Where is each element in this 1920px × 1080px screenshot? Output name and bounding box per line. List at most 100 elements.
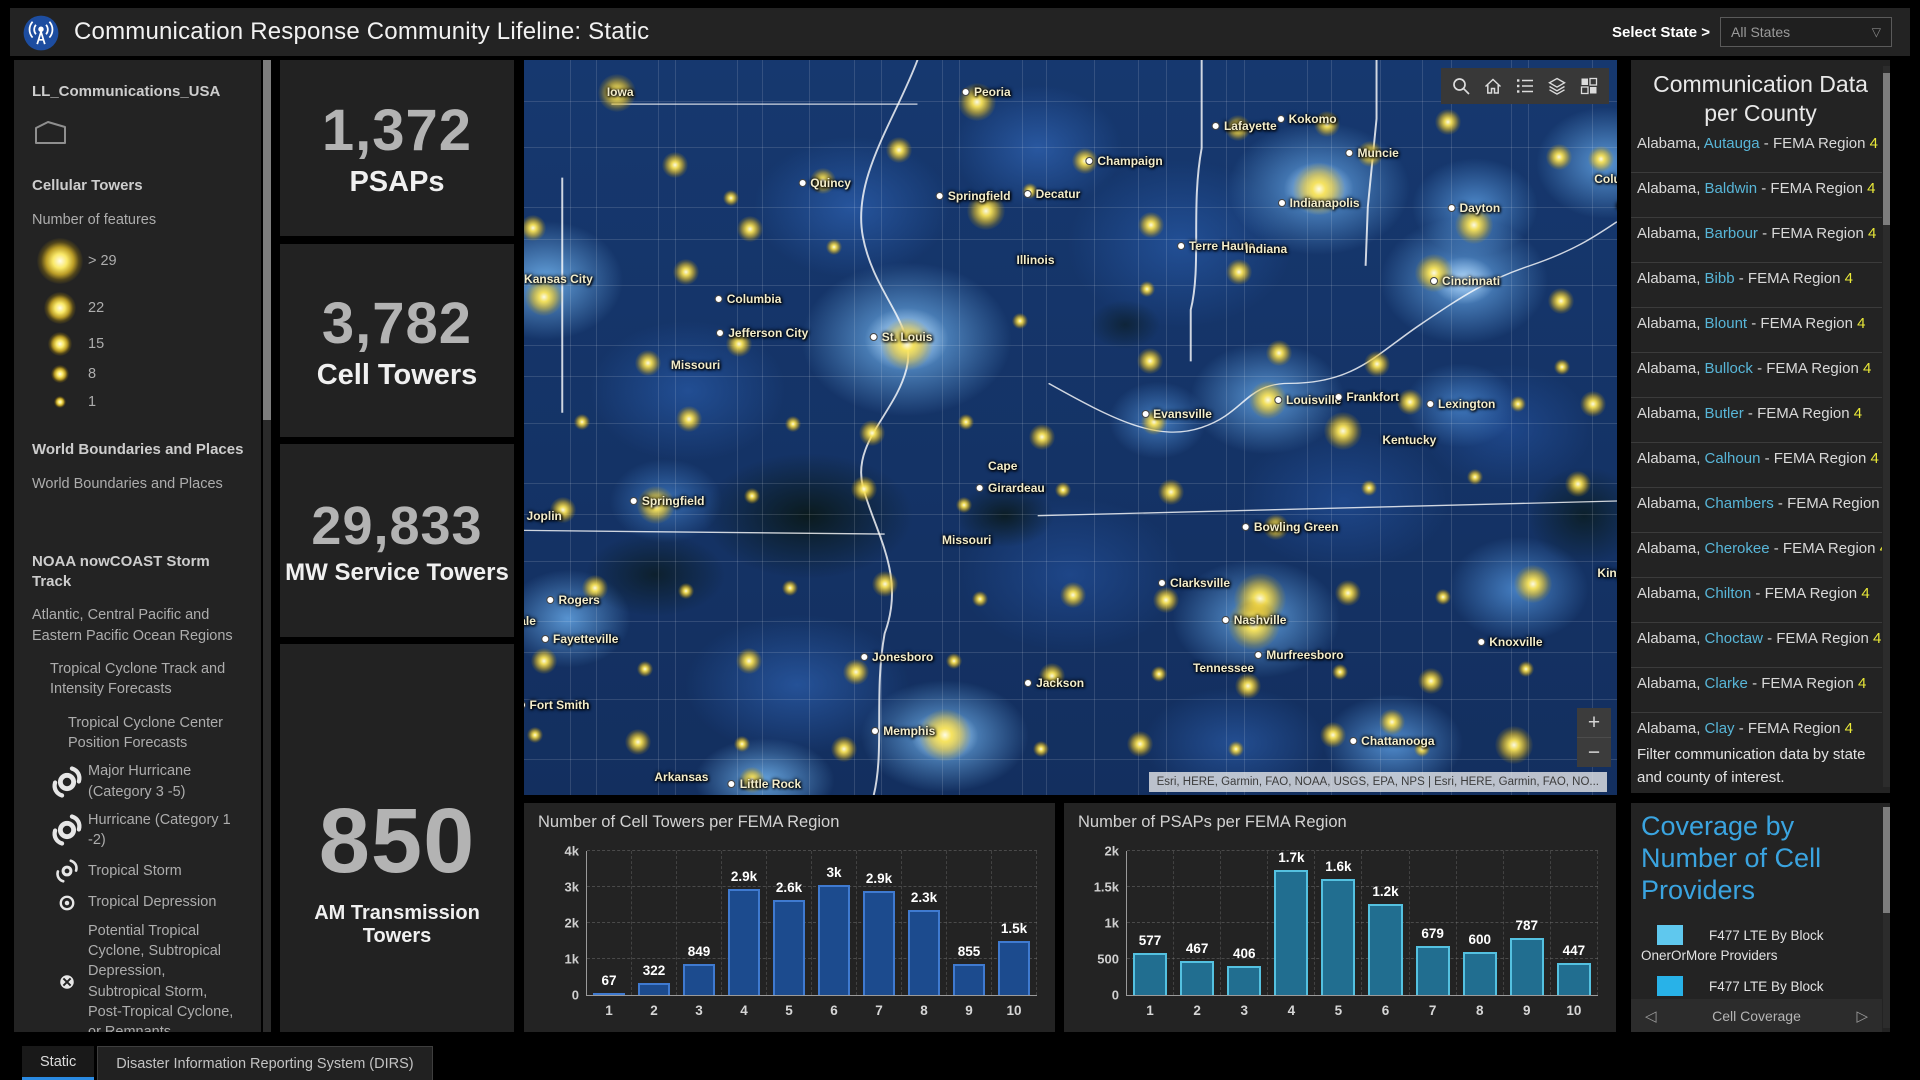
bar-region-3[interactable]: [683, 964, 716, 995]
fema-region-number: 4: [1857, 315, 1865, 332]
county-row[interactable]: Alabama, Bibb - FEMA Region 4: [1631, 263, 1882, 308]
county-suffix: - FEMA Region: [1748, 405, 1850, 422]
county-name: Bullock: [1705, 360, 1753, 377]
legend-scrollbar[interactable]: [263, 60, 271, 1032]
chart-slot: 3k6: [812, 851, 857, 995]
county-name: Bibb: [1705, 270, 1735, 287]
county-suffix: - FEMA Region: [1778, 495, 1880, 512]
legend-label: World Boundaries and Places: [32, 474, 251, 494]
y-axis-tick: 2k: [1105, 844, 1119, 859]
chart-slot: 2.9k4: [722, 851, 767, 995]
chart-slot: 2.6k5: [767, 851, 812, 995]
city-label: St. Louis: [870, 330, 933, 344]
bar-region-1[interactable]: [593, 993, 626, 995]
map[interactable]: IowaPeoriaLafayetteKokomoMuncieChampaign…: [524, 60, 1617, 795]
app-logo-radio-tower-icon: [22, 14, 60, 52]
tower-glow-icon: [48, 332, 72, 356]
bar-region-1[interactable]: [1133, 953, 1167, 995]
fema-region-number: 4: [1854, 405, 1862, 422]
bar-region-5[interactable]: [1321, 879, 1355, 995]
carousel-next-icon[interactable]: ▷: [1856, 1007, 1868, 1025]
county-row[interactable]: Alabama, Butler - FEMA Region 4: [1631, 398, 1882, 443]
legend-symbol-label: Hurricane (Category 1 -2): [88, 810, 238, 851]
bar-region-5[interactable]: [773, 900, 806, 995]
state-dropdown[interactable]: All States ▽: [1720, 17, 1892, 47]
tab-disaster-information-reporting-system-dirs[interactable]: Disaster Information Reporting System (D…: [97, 1046, 432, 1080]
bar-region-2[interactable]: [638, 983, 671, 995]
bar-region-6[interactable]: [818, 885, 851, 995]
county-data-panel: Communication Data per County Alabama, A…: [1631, 60, 1890, 793]
zoom-out-button[interactable]: −: [1577, 737, 1611, 767]
county-row[interactable]: Alabama, Chilton - FEMA Region 4: [1631, 578, 1882, 623]
county-row[interactable]: Alabama, Choctaw - FEMA Region 4: [1631, 623, 1882, 668]
stat-card-mw-service-towers: 29,833 MW Service Towers: [280, 444, 514, 637]
bar-region-7[interactable]: [1416, 946, 1450, 995]
county-row[interactable]: Alabama, Chambers - FEMA Region 4: [1631, 488, 1882, 533]
home-icon[interactable]: [1477, 68, 1509, 104]
county-row[interactable]: Alabama, Baldwin - FEMA Region 4: [1631, 173, 1882, 218]
bar-region-2[interactable]: [1180, 961, 1214, 995]
city-label: Decatur: [1024, 187, 1081, 201]
city-label: Joplin: [524, 509, 562, 523]
fema-region-number: 4: [1845, 270, 1853, 287]
legend-dot-item: 1: [32, 392, 251, 412]
county-name: Calhoun: [1705, 450, 1761, 467]
bar-region-6[interactable]: [1368, 904, 1402, 995]
zoom-in-button[interactable]: +: [1577, 708, 1611, 737]
bar-region-8[interactable]: [908, 910, 941, 995]
city-label: Tennessee: [1193, 661, 1254, 675]
city-label: Kansas City: [524, 272, 593, 286]
y-axis-tick: 1k: [565, 952, 579, 967]
bar-region-4[interactable]: [1274, 870, 1308, 995]
bar-region-9[interactable]: [953, 964, 986, 995]
county-row[interactable]: Alabama, Clay - FEMA Region 4: [1631, 713, 1882, 741]
legend-panel: LL_Communications_USA Cellular TowersNum…: [14, 60, 261, 1032]
bar-region-3[interactable]: [1227, 966, 1261, 995]
county-row[interactable]: Alabama, Clarke - FEMA Region 4: [1631, 668, 1882, 713]
city-label: Indiana: [1245, 242, 1287, 256]
county-scrollbar[interactable]: [1883, 66, 1890, 787]
county-row[interactable]: Alabama, Barbour - FEMA Region 4: [1631, 218, 1882, 263]
legend-dot-label: 8: [88, 364, 96, 384]
layers-icon[interactable]: [1541, 68, 1573, 104]
legend-label: Tropical Cyclone Track and Intensity For…: [32, 659, 251, 700]
x-axis-tick: 10: [992, 1003, 1036, 1018]
bar-region-10[interactable]: [998, 941, 1031, 995]
chart-slot: 8493: [677, 851, 722, 995]
county-row[interactable]: Alabama, Blount - FEMA Region 4: [1631, 308, 1882, 353]
bar-region-8[interactable]: [1463, 952, 1497, 995]
county-state: Alabama,: [1637, 495, 1700, 512]
bar-region-9[interactable]: [1510, 938, 1544, 995]
county-row[interactable]: Alabama, Bullock - FEMA Region 4: [1631, 353, 1882, 398]
fema-region-number: 4: [1863, 360, 1871, 377]
city-label: Memphis: [871, 724, 935, 738]
county-state: Alabama,: [1637, 225, 1700, 242]
bar-value-label: 1.5k: [992, 921, 1036, 936]
search-icon[interactable]: [1445, 68, 1477, 104]
county-row[interactable]: Alabama, Autauga - FEMA Region 4: [1631, 128, 1882, 173]
coverage-scrollbar[interactable]: [1883, 807, 1890, 1028]
county-state: Alabama,: [1637, 315, 1700, 332]
x-axis-tick: 3: [1221, 1003, 1267, 1018]
legend-symbol-item: Tropical Depression: [32, 892, 251, 912]
legend-list-icon[interactable]: [1509, 68, 1541, 104]
bar-region-4[interactable]: [728, 889, 761, 995]
tropical-storm-icon: [46, 858, 88, 884]
county-row[interactable]: Alabama, Cherokee - FEMA Region 4: [1631, 533, 1882, 578]
bar-region-7[interactable]: [863, 891, 896, 995]
city-label: Springdale: [524, 614, 536, 628]
county-state: Alabama,: [1637, 720, 1700, 737]
city-label: Columbus: [1594, 172, 1617, 186]
county-suffix: - FEMA Region: [1764, 135, 1866, 152]
chart-slot: 1.2k6: [1362, 851, 1409, 995]
tab-static[interactable]: Static: [22, 1046, 94, 1080]
y-axis-tick: 1.5k: [1094, 880, 1119, 895]
county-suffix: - FEMA Region: [1739, 270, 1841, 287]
county-row[interactable]: Alabama, Calhoun - FEMA Region 4: [1631, 443, 1882, 488]
city-label: Little Rock: [728, 777, 801, 791]
carousel-prev-icon[interactable]: ◁: [1645, 1007, 1657, 1025]
legend-dot-label: 1: [88, 392, 96, 412]
legend-dot-item: 15: [32, 332, 251, 356]
basemap-icon[interactable]: [1573, 68, 1605, 104]
bar-region-10[interactable]: [1557, 963, 1591, 995]
